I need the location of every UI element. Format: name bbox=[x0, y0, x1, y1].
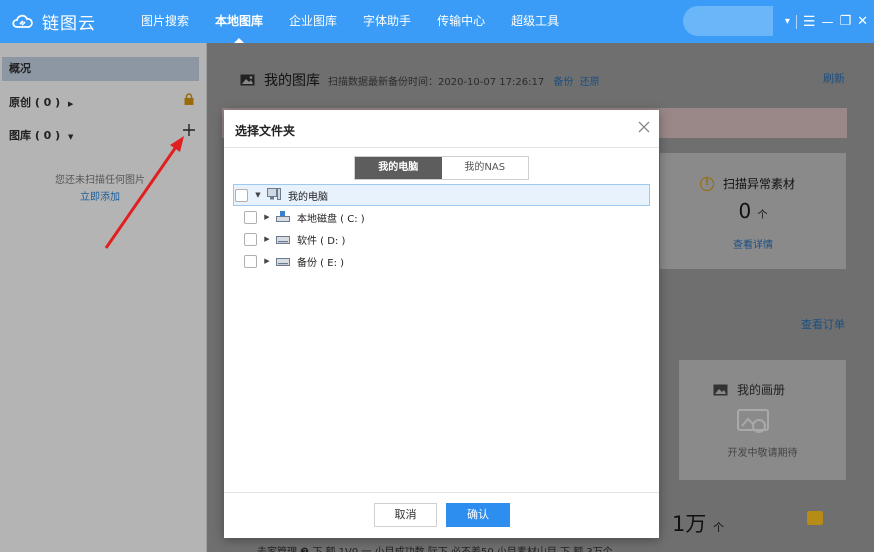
tab-my-computer[interactable]: 我的电脑 bbox=[355, 157, 442, 179]
top-bar: 链图云 图片搜索 本地图库 企业图库 字体助手 传输中心 超级工具 ▾ ☰ — … bbox=[0, 0, 874, 43]
tab-my-nas[interactable]: 我的NAS bbox=[441, 157, 528, 179]
tree-node-label: 软件 ( D: ) bbox=[297, 235, 346, 247]
caret-right-icon[interactable]: ▶ bbox=[262, 213, 272, 221]
computer-icon bbox=[267, 187, 281, 203]
app-logo[interactable]: 链图云 bbox=[10, 9, 96, 34]
library-title: 我的图库 扫描数据最新备份时间：2020-10-07 17:26:17 备份 还… bbox=[240, 70, 600, 90]
user-area[interactable] bbox=[683, 6, 773, 36]
abnormal-label: 扫描异常素材 bbox=[723, 177, 796, 191]
view-details-link[interactable]: 查看详情 bbox=[660, 236, 846, 251]
picture-icon bbox=[713, 384, 728, 396]
album-label: 我的画册 bbox=[737, 383, 786, 397]
album-title: 我的画册 bbox=[713, 381, 785, 398]
app-name: 链图云 bbox=[42, 14, 96, 34]
select-folder-dialog: 选择文件夹 我的电脑 我的NAS ▼ 我的电脑 ▶ 本地磁盘 ( C: ) ▶ bbox=[224, 110, 659, 538]
system-drive-icon bbox=[276, 210, 290, 225]
checkbox[interactable] bbox=[235, 188, 248, 202]
divider bbox=[224, 147, 659, 148]
page-title: 我的图库 bbox=[264, 73, 320, 89]
caret-down-icon[interactable]: ▼ bbox=[253, 191, 263, 199]
checkbox[interactable] bbox=[244, 254, 257, 268]
album-card[interactable]: 我的画册 开发中敬请期待 bbox=[679, 360, 846, 480]
sidebar: 概况 原创 ( 0 ) ▶ 图库 ( 0 ) ▼ 您还未扫描任何图片 立即添加 bbox=[0, 43, 207, 552]
close-icon[interactable]: ✕ bbox=[857, 14, 868, 29]
sidebar-item-label: 原创 ( 0 ) bbox=[9, 96, 61, 109]
abnormal-count-value: 0 bbox=[738, 199, 752, 223]
checkbox[interactable] bbox=[244, 232, 257, 246]
album-placeholder-icon bbox=[735, 408, 771, 436]
nav-transfer-center[interactable]: 传输中心 bbox=[424, 0, 498, 43]
cancel-button[interactable]: 取消 bbox=[374, 503, 437, 527]
close-icon[interactable] bbox=[637, 120, 651, 134]
abnormal-count-unit: 个 bbox=[757, 210, 768, 221]
caret-right-icon[interactable]: ▶ bbox=[262, 235, 272, 243]
lock-icon bbox=[183, 93, 195, 105]
cloud-link-icon bbox=[10, 11, 36, 33]
tree-node-drive-d[interactable]: ▶ 软件 ( D: ) bbox=[233, 228, 650, 250]
total-stat-unit: 个 bbox=[713, 521, 725, 534]
bottom-stats: 去家管理 ❷ 下 额 1V0 一 小目成功数 际下 必不差50 小目素材山目 下… bbox=[257, 543, 613, 552]
picture-icon bbox=[240, 74, 255, 86]
abnormal-count: 0 个 bbox=[660, 199, 846, 223]
total-stat: 1万 个 bbox=[672, 508, 724, 538]
sidebar-item-label: 图库 ( 0 ) bbox=[9, 129, 61, 142]
abnormal-title: ! 扫描异常素材 bbox=[700, 175, 795, 192]
divider bbox=[795, 14, 797, 29]
tree-node-label: 本地磁盘 ( C: ) bbox=[297, 213, 365, 225]
maximize-icon[interactable]: ❐ bbox=[839, 14, 851, 29]
nav-image-search[interactable]: 图片搜索 bbox=[128, 0, 202, 43]
chevron-down-icon: ▼ bbox=[68, 133, 74, 141]
tree-node-label: 我的电脑 bbox=[288, 191, 328, 203]
backup-link[interactable]: 备份 bbox=[553, 77, 573, 88]
folder-tree: ▼ 我的电脑 ▶ 本地磁盘 ( C: ) ▶ 软件 ( D: ) ▶ 备份 (… bbox=[233, 184, 650, 272]
refresh-link[interactable]: 刷新 bbox=[823, 70, 845, 86]
scan-time: 扫描数据最新备份时间：2020-10-07 17:26:17 bbox=[328, 76, 545, 88]
confirm-button[interactable]: 确认 bbox=[446, 503, 510, 527]
checkbox[interactable] bbox=[244, 210, 257, 224]
tag-icon bbox=[807, 511, 823, 525]
nav-font-assistant[interactable]: 字体助手 bbox=[350, 0, 424, 43]
nav-local-library[interactable]: 本地图库 bbox=[202, 0, 276, 43]
main-nav: 图片搜索 本地图库 企业图库 字体助手 传输中心 超级工具 bbox=[128, 0, 572, 43]
dropdown-icon[interactable]: ▾ bbox=[785, 16, 790, 27]
total-stat-value: 1万 bbox=[672, 512, 707, 536]
nav-enterprise-library[interactable]: 企业图库 bbox=[276, 0, 350, 43]
warning-icon: ! bbox=[700, 176, 714, 191]
nav-super-tools[interactable]: 超级工具 bbox=[498, 0, 572, 43]
drive-icon bbox=[276, 254, 290, 269]
tree-node-drive-e[interactable]: ▶ 备份 ( E: ) bbox=[233, 250, 650, 272]
album-status: 开发中敬请期待 bbox=[727, 448, 798, 459]
sidebar-item-overview[interactable]: 概况 bbox=[2, 57, 199, 81]
caret-right-icon[interactable]: ▶ bbox=[262, 257, 272, 265]
restore-link[interactable]: 还原 bbox=[580, 77, 600, 88]
divider bbox=[224, 492, 659, 493]
menu-icon[interactable]: ☰ bbox=[803, 14, 816, 30]
tree-node-drive-c[interactable]: ▶ 本地磁盘 ( C: ) bbox=[233, 206, 650, 228]
minimize-icon[interactable]: — bbox=[821, 15, 833, 29]
window-controls: ▾ ☰ — ❐ ✕ bbox=[785, 0, 868, 43]
sidebar-item-library[interactable]: 图库 ( 0 ) ▼ bbox=[9, 127, 73, 143]
tree-node-my-computer[interactable]: ▼ 我的电脑 bbox=[233, 184, 650, 206]
view-orders-link[interactable]: 查看订单 bbox=[801, 316, 845, 332]
add-library-icon[interactable] bbox=[182, 123, 196, 137]
scan-info: 扫描数据最新备份时间：2020-10-07 17:26:17 备份 还原 bbox=[328, 73, 600, 88]
source-tabs: 我的电脑 我的NAS bbox=[354, 156, 529, 180]
dialog-title: 选择文件夹 bbox=[235, 124, 296, 138]
drive-icon bbox=[276, 232, 290, 247]
chevron-right-icon: ▶ bbox=[68, 100, 74, 108]
red-arrow-annotation bbox=[104, 136, 184, 249]
sidebar-item-original[interactable]: 原创 ( 0 ) ▶ bbox=[9, 94, 73, 110]
tree-node-label: 备份 ( E: ) bbox=[297, 257, 345, 269]
abnormal-card: ! 扫描异常素材 0 个 查看详情 bbox=[660, 153, 846, 269]
